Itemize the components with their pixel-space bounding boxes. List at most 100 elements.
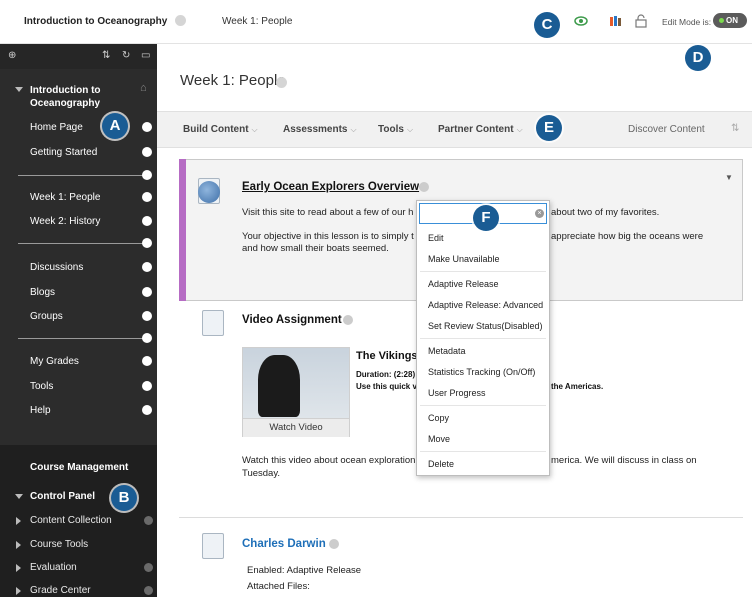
folder-icon[interactable]: ▭ [141, 50, 150, 61]
item-options-icon[interactable] [142, 238, 152, 248]
sidebar-item-blogs[interactable]: Blogs [30, 287, 55, 298]
student-preview-icon[interactable] [574, 14, 588, 28]
chevron-down-icon: ⌵ [406, 125, 414, 134]
item-options-icon[interactable] [142, 147, 152, 157]
expand-icon[interactable] [16, 587, 21, 595]
item-body-text: about two of my favorites. [551, 207, 660, 218]
expand-icon[interactable] [16, 541, 21, 549]
control-panel-title[interactable]: Control Panel [30, 491, 95, 502]
sidebar-item-week-1[interactable]: Week 1: People [30, 192, 100, 203]
tools-button[interactable]: Tools ⌵ [378, 124, 413, 135]
item-title-video[interactable]: Video Assignment [242, 314, 342, 326]
item-body-text: merica. We will discuss in class on [551, 455, 697, 466]
sidebar-item-groups[interactable]: Groups [30, 311, 63, 322]
document-icon [202, 310, 224, 336]
add-menu-item-icon[interactable]: ⊕ [8, 50, 16, 61]
menu-item-adaptive-release-advanced[interactable]: Adaptive Release: Advanced [428, 300, 543, 310]
menu-item-user-progress[interactable]: User Progress [428, 388, 486, 398]
menu-item-adaptive-release[interactable]: Adaptive Release [428, 279, 499, 289]
control-item-course-tools[interactable]: Course Tools [30, 539, 88, 550]
item-options-icon[interactable] [142, 216, 152, 226]
partner-content-button[interactable]: Partner Content ⌵ [438, 124, 523, 135]
page-title: Week 1: People [180, 72, 286, 89]
callout-d: D [685, 45, 711, 71]
menu-item-copy[interactable]: Copy [428, 413, 449, 423]
breadcrumb-menu-icon[interactable] [175, 15, 186, 26]
discover-content-link[interactable]: Discover Content [628, 124, 705, 135]
theme-icon[interactable] [609, 14, 623, 28]
item-options-icon[interactable] [142, 287, 152, 297]
item-body-text: Watch this video about ocean exploration [242, 455, 416, 466]
sidebar-item-my-grades[interactable]: My Grades [30, 356, 79, 367]
menu-item-metadata[interactable]: Metadata [428, 346, 466, 356]
clear-icon[interactable]: × [535, 209, 544, 218]
menu-divider [18, 175, 143, 176]
menu-item-make-unavailable[interactable]: Make Unavailable [428, 254, 500, 264]
reorder-icon[interactable]: ⇅ [102, 50, 110, 61]
menu-divider [420, 451, 546, 452]
control-item-grade-center[interactable]: Grade Center [30, 585, 91, 596]
item-options-icon[interactable] [144, 563, 153, 572]
tools-label: Tools [378, 124, 404, 135]
sidebar-item-home-page[interactable]: Home Page [30, 122, 83, 133]
collapse-icon[interactable] [15, 494, 23, 499]
edit-mode-label: Edit Mode is: [662, 17, 712, 27]
refresh-icon[interactable]: ↻ [122, 50, 130, 61]
sidebar-item-help[interactable]: Help [30, 405, 51, 416]
sidebar-item-discussions[interactable]: Discussions [30, 262, 83, 273]
item-options-icon[interactable] [142, 356, 152, 366]
item-options-icon[interactable] [142, 170, 152, 180]
expand-icon[interactable] [16, 517, 21, 525]
build-content-button[interactable]: Build Content ⌵ [183, 124, 258, 135]
item-options-icon[interactable] [142, 192, 152, 202]
callout-c: C [534, 12, 560, 38]
menu-divider [18, 243, 143, 244]
sidebar-course-title[interactable]: Introduction to Oceanography [30, 84, 120, 110]
callout-b: B [111, 485, 137, 511]
page-options-icon[interactable] [276, 77, 287, 88]
document-icon [202, 533, 224, 559]
assessments-button[interactable]: Assessments ⌵ [283, 124, 357, 135]
item-options-icon[interactable] [142, 405, 152, 415]
sort-icon[interactable]: ⇅ [731, 123, 739, 134]
control-item-content-collection[interactable]: Content Collection [30, 515, 112, 526]
sidebar-item-getting-started[interactable]: Getting Started [30, 147, 97, 158]
item-options-icon[interactable] [329, 539, 339, 549]
item-title-explorers[interactable]: Early Ocean Explorers Overview [242, 181, 419, 193]
edit-mode-toggle[interactable]: ON [713, 13, 747, 28]
menu-item-set-review-status[interactable]: Set Review Status(Disabled) [428, 321, 543, 331]
lock-icon[interactable] [634, 14, 648, 28]
item-title-darwin[interactable]: Charles Darwin [242, 538, 326, 550]
menu-item-statistics-tracking[interactable]: Statistics Tracking (On/Off) [428, 367, 535, 377]
item-options-icon[interactable] [142, 122, 152, 132]
item-options-icon[interactable] [144, 516, 153, 525]
breadcrumb-course[interactable]: Introduction to Oceanography [24, 16, 167, 27]
item-options-icon[interactable] [142, 262, 152, 272]
expand-icon[interactable] [16, 564, 21, 572]
menu-divider [18, 338, 143, 339]
callout-a: A [102, 113, 128, 139]
video-duration: Duration: (2:28) [356, 370, 416, 379]
sidebar-item-week-2[interactable]: Week 2: History [30, 216, 100, 227]
video-description: Use this quick v [356, 382, 417, 391]
item-options-icon[interactable] [142, 311, 152, 321]
drag-handle[interactable] [179, 159, 186, 301]
item-options-icon[interactable] [142, 381, 152, 391]
chevron-down-icon[interactable]: ▼ [725, 173, 733, 182]
item-options-icon[interactable] [142, 333, 152, 343]
partner-content-label: Partner Content [438, 124, 514, 135]
bottom-fade [179, 590, 743, 597]
watch-video-button[interactable]: Watch Video [243, 418, 349, 437]
collapse-icon[interactable] [15, 87, 23, 92]
home-icon[interactable]: ⌂ [140, 82, 147, 94]
menu-item-edit[interactable]: Edit [428, 233, 444, 243]
item-options-icon[interactable] [419, 182, 429, 192]
item-enabled-status: Enabled: Adaptive Release [247, 565, 362, 576]
sidebar-item-tools[interactable]: Tools [30, 381, 53, 392]
callout-f: F [473, 205, 499, 231]
menu-item-delete[interactable]: Delete [428, 459, 454, 469]
menu-item-move[interactable]: Move [428, 434, 450, 444]
item-options-icon[interactable] [144, 586, 153, 595]
control-item-evaluation[interactable]: Evaluation [30, 562, 77, 573]
item-options-icon[interactable] [343, 315, 353, 325]
